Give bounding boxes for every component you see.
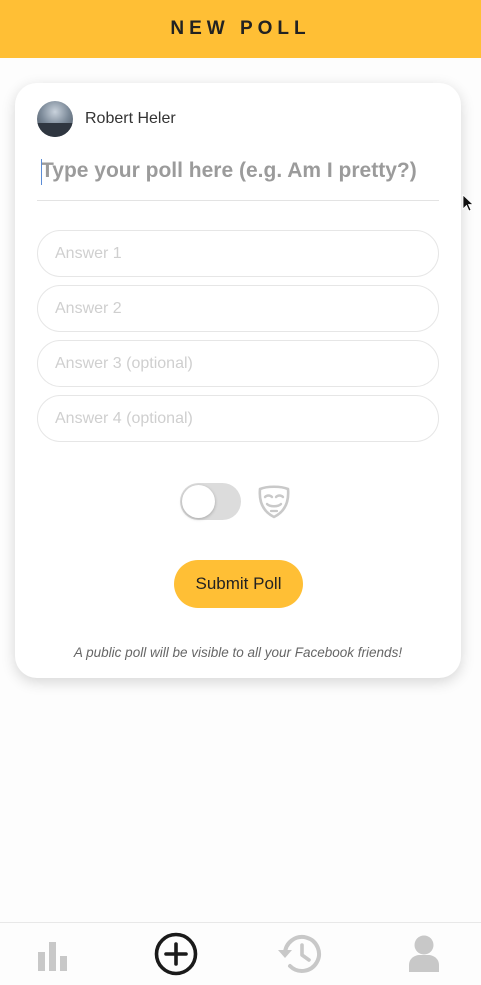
text-caret — [41, 159, 42, 185]
tab-stats[interactable] — [13, 923, 93, 985]
avatar — [37, 101, 73, 137]
answer-1-input[interactable] — [55, 244, 438, 263]
answer-2-field[interactable] — [37, 285, 439, 332]
tab-new-poll[interactable] — [136, 923, 216, 985]
author-name: Robert Heler — [85, 110, 176, 127]
mouse-pointer-icon — [462, 194, 474, 212]
answer-3-field[interactable] — [37, 340, 439, 387]
answers-list — [37, 230, 439, 450]
anonymous-mask-icon — [258, 484, 290, 518]
answer-4-input[interactable] — [55, 409, 438, 428]
answer-1-field[interactable] — [37, 230, 439, 277]
tab-profile[interactable] — [384, 923, 464, 985]
tab-history[interactable] — [259, 923, 339, 985]
plus-circle-icon — [154, 932, 198, 976]
answer-3-input[interactable] — [55, 354, 438, 373]
history-icon — [278, 934, 321, 973]
submit-poll-button[interactable]: Submit Poll — [174, 560, 303, 608]
anonymous-toggle[interactable] — [180, 483, 241, 520]
answer-4-field[interactable] — [37, 395, 439, 442]
bar-chart-icon — [38, 942, 67, 971]
author-row: Robert Heler — [37, 101, 176, 137]
header-bar: NEW POLL — [0, 0, 481, 58]
person-icon — [409, 935, 439, 972]
answer-2-input[interactable] — [55, 299, 438, 318]
question-input[interactable] — [37, 153, 439, 189]
visibility-note: A public poll will be visible to all you… — [73, 645, 403, 660]
anonymous-toggle-row — [180, 483, 291, 520]
poll-composer-card: Robert Heler Submit Poll A pub — [15, 83, 461, 678]
toggle-knob — [182, 485, 215, 518]
bottom-tab-bar — [0, 922, 481, 984]
question-field-wrapper — [37, 153, 439, 201]
page-title: NEW POLL — [170, 18, 311, 39]
